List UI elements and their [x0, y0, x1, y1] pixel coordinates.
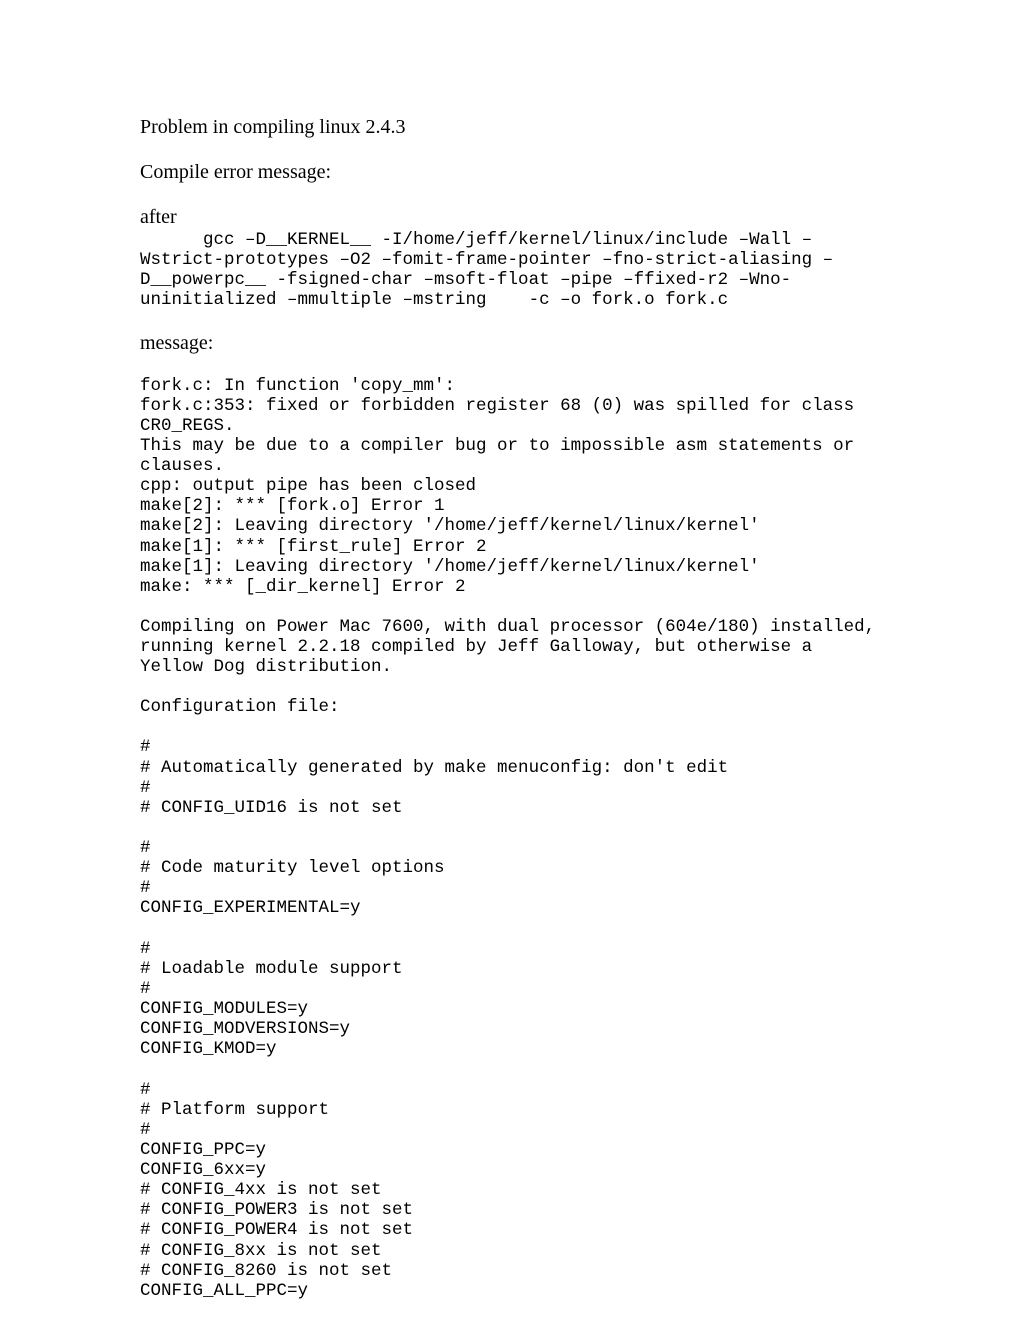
page-title: Problem in compiling linux 2.4.3: [140, 115, 880, 140]
heading-compile-error: Compile error message:: [140, 160, 880, 185]
heading-message: message:: [140, 331, 880, 356]
config-file-contents: # # Automatically generated by make menu…: [140, 737, 880, 1301]
error-output: fork.c: In function 'copy_mm': fork.c:35…: [140, 376, 880, 597]
environment-note: Compiling on Power Mac 7600, with dual p…: [140, 617, 880, 677]
heading-config: Configuration file:: [140, 697, 880, 717]
gcc-command: gcc –D__KERNEL__ -I/home/jeff/kernel/lin…: [140, 230, 880, 311]
document-page: Problem in compiling linux 2.4.3 Compile…: [0, 0, 1020, 1320]
heading-after: after: [140, 205, 880, 230]
